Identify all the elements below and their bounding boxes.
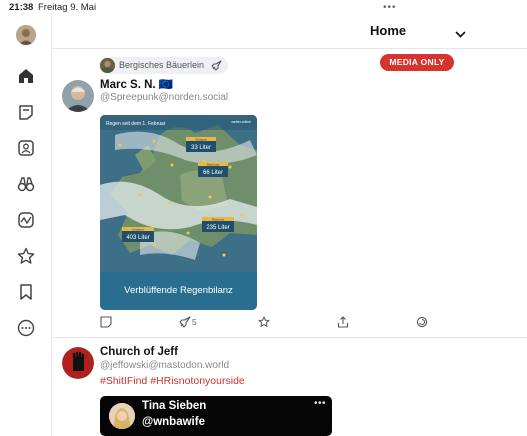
post-actions: 5 [0,316,527,330]
rain-callout: Lissabon 403 Liter [122,227,154,242]
post-hashtags[interactable]: #ShitIFind #HRisnotonyourside [100,375,245,387]
activity-icon[interactable] [16,210,36,230]
media-attachment[interactable]: Regen seit dem 1. Februar wetter.online … [100,115,257,310]
booster-avatar [100,58,115,73]
map-source-text: wetter.online [231,120,251,124]
media-only-filter-badge[interactable]: MEDIA ONLY [380,54,454,71]
reply-icon[interactable] [100,316,112,330]
embedded-media-card[interactable]: Tina Sieben @wnbawife ••• [100,396,332,436]
bookmark-icon[interactable] [16,282,36,302]
svg-text:33 Liter: 33 Liter [191,145,211,151]
rain-callout: Glasgow 33 Liter [186,137,216,152]
boosted-by-chip[interactable]: Bergisches Bäuerlein [99,57,228,74]
status-bar: 21:38 Freitag 9. Mai ••• [0,0,527,14]
media-caption: Verblüffende Regenbilanz [100,272,257,310]
author-avatar[interactable] [62,347,94,379]
timeline-title[interactable]: Home [370,23,406,38]
favorites-star-icon[interactable] [16,246,36,266]
embed-avatar [109,403,135,429]
svg-text:66 Liter: 66 Liter [203,170,223,176]
post-author-handle[interactable]: @jeffowski@mastodon.world [100,360,229,371]
status-date: Freitag 9. Mai [38,2,97,13]
svg-text:403 Liter: 403 Liter [126,235,149,241]
status-time: 21:38 [9,2,34,13]
svg-text:Glasgow: Glasgow [195,137,208,141]
author-avatar[interactable] [62,80,94,112]
embed-more-icon: ••• [314,398,327,409]
post-author-name[interactable]: Marc S. N. 🇪🇺 [100,77,173,91]
booster-name: Bergisches Bäuerlein [119,60,205,70]
weather-map-image: Regen seit dem 1. Februar wetter.online … [100,115,257,272]
multitasking-dots[interactable]: ••• [383,2,397,13]
svg-text:Lissabon: Lissabon [132,227,144,231]
boost-button[interactable]: 5 [179,316,197,330]
map-header-text: Regen seit dem 1. Februar [106,121,166,127]
translate-icon[interactable] [416,316,428,330]
embed-author-name: Tina Sieben [142,400,207,412]
notifications-icon[interactable] [16,102,36,122]
embed-author-handle: @wnbawife [142,416,205,428]
svg-text:235 Liter: 235 Liter [206,225,229,231]
home-icon[interactable] [16,66,36,86]
explore-binoculars-icon[interactable] [16,174,36,194]
share-icon[interactable] [337,316,349,330]
boost-rocket-icon [210,59,223,72]
boost-rocket-icon [179,316,191,328]
timeline-header: Home [52,14,527,49]
rain-callout: Ravenna 235 Liter [202,217,234,232]
post-author-name[interactable]: Church of Jeff [100,346,178,358]
chevron-down-icon[interactable] [455,26,466,38]
post-divider [52,337,527,338]
account-avatar[interactable] [16,25,36,45]
profile-icon[interactable] [16,138,36,158]
svg-text:Ravenna: Ravenna [212,217,224,221]
svg-text:Hamburg: Hamburg [207,162,220,166]
boost-count: 5 [192,317,197,327]
rain-callout: Hamburg 66 Liter [198,162,228,177]
sidebar [0,14,52,436]
favorite-star-icon[interactable] [258,316,270,330]
post-author-handle[interactable]: @Spreepunk@norden.social [100,92,228,103]
